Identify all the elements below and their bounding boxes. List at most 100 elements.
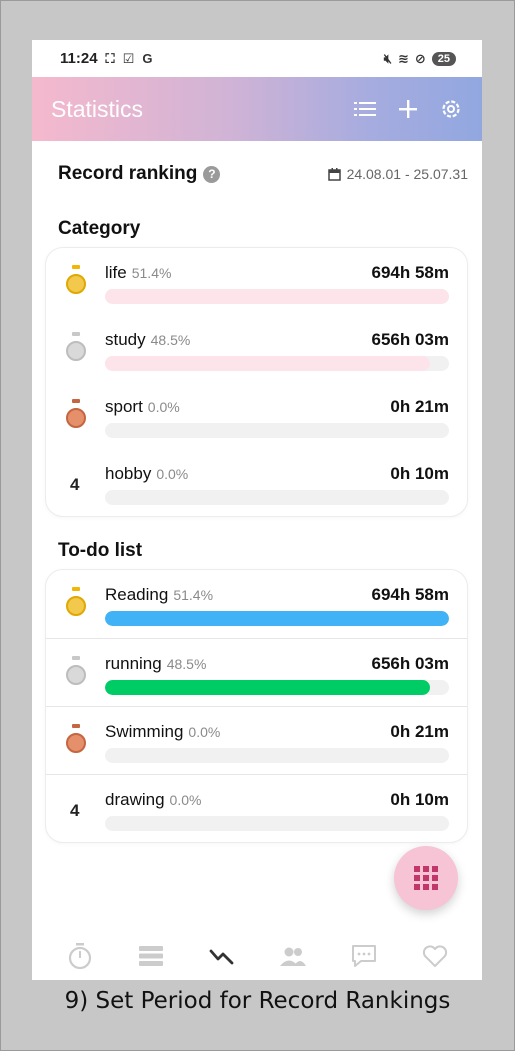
phone-screen: 11:24 ⛶ ☑ G 🔇︎ ≋ ⊘ 25 Statistics Record … xyxy=(32,40,482,980)
row-top: Swimming 0.0% 0h 21m xyxy=(105,722,449,742)
statistics-icon[interactable] xyxy=(204,941,240,971)
item-name: Swimming xyxy=(105,722,184,741)
row-top: hobby 0.0% 0h 10m xyxy=(105,464,449,484)
item-time: 0h 21m xyxy=(390,397,449,416)
row-label: sport 0.0% xyxy=(105,397,180,417)
gold-medal-icon xyxy=(66,587,86,619)
list-view-icon[interactable] xyxy=(354,100,376,118)
status-left: 11:24 ⛶ ☑ G xyxy=(60,50,152,67)
progress-bar xyxy=(105,680,449,695)
row-body: life 51.4% 694h 58m xyxy=(105,263,449,304)
item-name: Reading xyxy=(105,585,169,604)
progress-bar xyxy=(105,490,449,505)
status-right: 🔇︎ ≋ ⊘ 25 xyxy=(384,51,456,67)
item-percent: 51.4% xyxy=(131,265,172,281)
grid-icon xyxy=(414,866,438,890)
item-name: sport xyxy=(105,397,143,416)
row-label: life 51.4% xyxy=(105,263,171,283)
progress-fill xyxy=(105,680,430,695)
row-top: running 48.5% 656h 03m xyxy=(105,654,449,674)
status-time: 11:24 xyxy=(60,50,98,67)
progress-fill xyxy=(105,356,430,371)
item-percent: 0.0% xyxy=(169,792,202,808)
row-top: drawing 0.0% 0h 10m xyxy=(105,790,449,810)
period-text: 24.08.01 - 25.07.31 xyxy=(346,166,468,182)
todo-title: To-do list xyxy=(58,540,143,561)
progress-fill xyxy=(105,611,449,626)
category-card: life 51.4% 694h 58m study 48.5% 656h 03m sport… xyxy=(45,247,468,517)
silver-medal-icon xyxy=(66,332,86,364)
item-name: running xyxy=(105,654,162,673)
row-top: sport 0.0% 0h 21m xyxy=(105,397,449,417)
add-icon[interactable] xyxy=(398,99,418,119)
item-percent: 0.0% xyxy=(156,466,189,482)
category-row[interactable]: life 51.4% 694h 58m xyxy=(46,248,467,315)
row-label: Swimming 0.0% xyxy=(105,722,220,742)
mute-icon: 🔇︎ xyxy=(383,50,392,66)
item-time: 0h 21m xyxy=(390,722,449,741)
list-icon[interactable] xyxy=(133,941,169,971)
progress-bar xyxy=(105,611,449,626)
item-percent: 48.5% xyxy=(150,332,191,348)
row-body: running 48.5% 656h 03m xyxy=(105,654,449,695)
help-icon[interactable]: ? xyxy=(203,165,221,183)
row-label: drawing 0.0% xyxy=(105,790,201,810)
item-percent: 0.0% xyxy=(188,724,221,740)
ranking-title: Record ranking ? xyxy=(58,163,221,185)
item-percent: 0.0% xyxy=(147,399,180,415)
item-percent: 48.5% xyxy=(166,656,207,672)
checkbox-icon: ☑ xyxy=(122,50,135,66)
heart-icon[interactable] xyxy=(417,941,453,971)
timer-icon[interactable] xyxy=(62,941,98,971)
row-body: drawing 0.0% 0h 10m xyxy=(105,790,449,831)
ranking-title-text: Record ranking xyxy=(58,163,198,184)
row-body: Swimming 0.0% 0h 21m xyxy=(105,722,449,763)
status-bar: 11:24 ⛶ ☑ G 🔇︎ ≋ ⊘ 25 xyxy=(32,40,482,77)
friends-icon[interactable] xyxy=(275,941,311,971)
settings-icon[interactable] xyxy=(440,98,462,120)
todo-row[interactable]: 4 drawing 0.0% 0h 10m xyxy=(46,774,467,842)
row-top: Reading 51.4% 694h 58m xyxy=(105,585,449,605)
silver-medal-icon xyxy=(66,656,86,688)
item-percent: 51.4% xyxy=(173,587,214,603)
rank-number: 4 xyxy=(70,801,80,820)
app-header: Statistics xyxy=(32,77,482,141)
progress-bar xyxy=(105,748,449,763)
progress-fill xyxy=(105,289,449,304)
bottom-navigation xyxy=(32,932,482,980)
item-name: study xyxy=(105,330,146,349)
item-time: 694h 58m xyxy=(371,585,450,604)
todo-row[interactable]: Reading 51.4% 694h 58m xyxy=(46,570,467,638)
google-icon: G xyxy=(142,51,153,66)
category-row[interactable]: study 48.5% 656h 03m xyxy=(46,315,467,382)
battery-indicator: 25 xyxy=(431,51,456,66)
wifi-icon: ≋ xyxy=(397,50,409,66)
progress-bar xyxy=(105,289,449,304)
item-name: drawing xyxy=(105,790,165,809)
row-top: study 48.5% 656h 03m xyxy=(105,330,449,350)
menu-grid-button[interactable] xyxy=(394,846,458,910)
progress-bar xyxy=(105,423,449,438)
row-body: Reading 51.4% 694h 58m xyxy=(105,585,449,626)
period-selector[interactable]: 24.08.01 - 25.07.31 xyxy=(327,166,468,182)
item-time: 656h 03m xyxy=(371,330,450,349)
item-name: hobby xyxy=(105,464,152,483)
row-top: life 51.4% 694h 58m xyxy=(105,263,449,283)
category-title: Category xyxy=(58,218,141,239)
progress-bar xyxy=(105,816,449,831)
rank-number: 4 xyxy=(70,475,80,494)
row-label: hobby 0.0% xyxy=(105,464,188,484)
item-name: life xyxy=(105,263,127,282)
row-body: sport 0.0% 0h 21m xyxy=(105,397,449,438)
todo-row[interactable]: Swimming 0.0% 0h 21m xyxy=(46,706,467,774)
item-time: 0h 10m xyxy=(390,464,449,483)
content: Record ranking ? 24.08.01 - 25.07.31 Cat… xyxy=(32,163,482,843)
todo-row[interactable]: running 48.5% 656h 03m xyxy=(46,638,467,706)
item-time: 694h 58m xyxy=(371,263,450,282)
category-row[interactable]: sport 0.0% 0h 21m xyxy=(46,382,467,449)
chat-icon[interactable] xyxy=(346,941,382,971)
row-body: hobby 0.0% 0h 10m xyxy=(105,464,449,505)
gold-medal-icon xyxy=(66,265,86,297)
bronze-medal-icon xyxy=(66,399,86,431)
category-row[interactable]: 4 hobby 0.0% 0h 10m xyxy=(46,449,467,516)
